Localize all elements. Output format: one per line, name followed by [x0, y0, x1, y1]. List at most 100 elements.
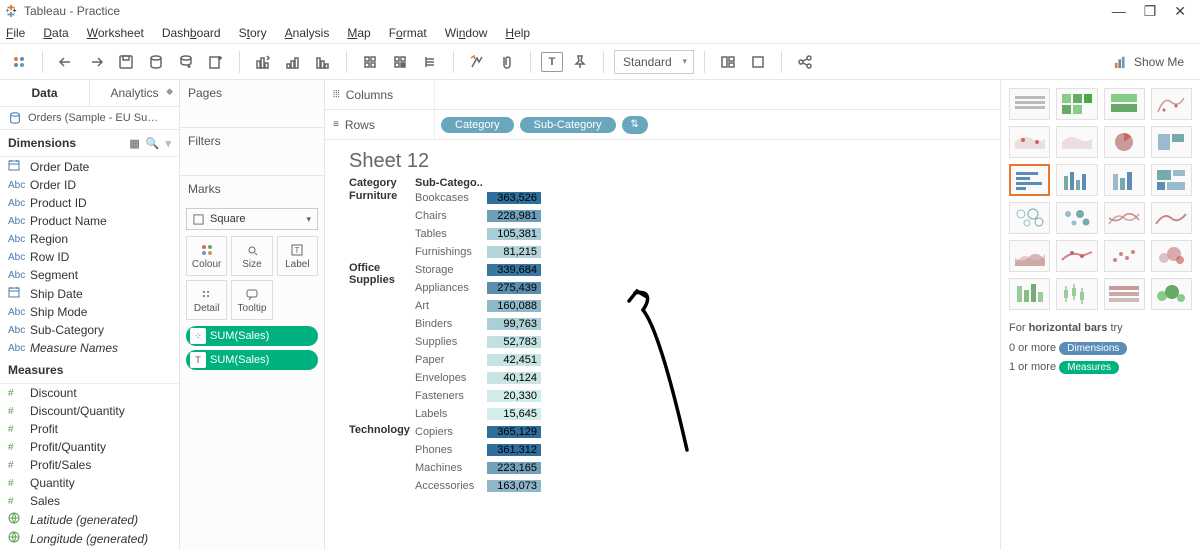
- measure-profit-sales[interactable]: #Profit/Sales: [0, 456, 179, 474]
- showme-toggle[interactable]: Show Me: [1104, 51, 1194, 73]
- showme-thumb-10[interactable]: [1104, 164, 1145, 196]
- filters-card[interactable]: Filters: [180, 128, 324, 176]
- redo-button[interactable]: [83, 49, 109, 75]
- rows-shelf[interactable]: ≡Rows Category Sub-Category ⇅: [325, 110, 1000, 140]
- marktype-dropdown[interactable]: Square: [186, 208, 318, 230]
- measure-discount[interactable]: #Discount: [0, 384, 179, 402]
- clip-button[interactable]: [494, 49, 520, 75]
- group-button[interactable]: [417, 49, 443, 75]
- dimension-product-name[interactable]: AbcProduct Name: [0, 212, 179, 230]
- row-supplies[interactable]: Supplies52,783: [415, 333, 541, 351]
- menu-data[interactable]: Data: [43, 26, 68, 40]
- row-storage[interactable]: Storage339,684: [415, 261, 541, 279]
- showme-thumb-9[interactable]: [1056, 164, 1097, 196]
- textbox-button[interactable]: T: [541, 52, 563, 72]
- menu-worksheet[interactable]: Worksheet: [87, 26, 144, 40]
- color-pill-sum-sales[interactable]: ⁘SUM(Sales): [186, 326, 318, 346]
- dimension-region[interactable]: AbcRegion: [0, 230, 179, 248]
- row-fasteners[interactable]: Fasteners20,330: [415, 387, 541, 405]
- showme-thumb-11[interactable]: [1151, 164, 1192, 196]
- mark-label[interactable]: TLabel: [277, 236, 318, 276]
- totals-button[interactable]: [357, 49, 383, 75]
- showme-thumb-13[interactable]: [1056, 202, 1097, 234]
- new-sheet-button[interactable]: [203, 49, 229, 75]
- sort-desc-button[interactable]: [310, 49, 336, 75]
- showme-thumb-8[interactable]: [1009, 164, 1050, 196]
- row-furnishings[interactable]: Furnishings81,215: [415, 243, 541, 261]
- view-toggle-icon[interactable]: ▦: [129, 137, 139, 150]
- measure-profit[interactable]: #Profit: [0, 420, 179, 438]
- showme-thumb-21[interactable]: [1056, 278, 1097, 310]
- showme-thumb-19[interactable]: [1151, 240, 1192, 272]
- datasource[interactable]: Orders (Sample - EU Su…: [0, 107, 179, 130]
- undo-button[interactable]: [53, 49, 79, 75]
- showme-thumb-1[interactable]: [1056, 88, 1097, 120]
- row-pill-category[interactable]: Category: [441, 117, 514, 133]
- measure-latitude-generated-[interactable]: Latitude (generated): [0, 510, 179, 529]
- showme-thumb-0[interactable]: [1009, 88, 1050, 120]
- tab-analytics[interactable]: Analytics◆: [90, 80, 179, 106]
- measure-quantity[interactable]: #Quantity: [0, 474, 179, 492]
- showme-thumb-12[interactable]: [1009, 202, 1050, 234]
- row-binders[interactable]: Binders99,763: [415, 315, 541, 333]
- showme-thumb-3[interactable]: [1151, 88, 1192, 120]
- row-machines[interactable]: Machines223,165: [415, 459, 541, 477]
- tableau-icon[interactable]: [6, 49, 32, 75]
- cards-button[interactable]: [745, 49, 771, 75]
- showme-thumb-6[interactable]: [1104, 126, 1145, 158]
- showme-thumb-2[interactable]: [1104, 88, 1145, 120]
- dimension-ship-mode[interactable]: AbcShip Mode: [0, 303, 179, 321]
- mark-size[interactable]: Size: [231, 236, 272, 276]
- row-pill-subcategory[interactable]: Sub-Category: [520, 117, 616, 133]
- category-office-supplies[interactable]: OfficeSupplies: [349, 261, 415, 423]
- showme-thumb-14[interactable]: [1104, 202, 1145, 234]
- menu-story[interactable]: Story: [239, 26, 267, 40]
- menu-dashboard[interactable]: Dashboard: [162, 26, 221, 40]
- share-button[interactable]: [792, 49, 818, 75]
- dimension-order-id[interactable]: AbcOrder ID: [0, 176, 179, 194]
- dimension-order-date[interactable]: Order Date: [0, 157, 179, 176]
- row-envelopes[interactable]: Envelopes40,124: [415, 369, 541, 387]
- measure-longitude-generated-[interactable]: Longitude (generated): [0, 529, 179, 548]
- pin-button[interactable]: [567, 49, 593, 75]
- columns-shelf[interactable]: ⦙⦙⦙Columns: [325, 80, 1000, 110]
- row-accessories[interactable]: Accessories163,073: [415, 477, 541, 495]
- menu-map[interactable]: Map: [347, 26, 370, 40]
- mark-detail[interactable]: Detail: [186, 280, 227, 320]
- row-art[interactable]: Art160,088: [415, 297, 541, 315]
- dimension-product-id[interactable]: AbcProduct ID: [0, 194, 179, 212]
- measure-profit-quantity[interactable]: #Profit/Quantity: [0, 438, 179, 456]
- search-icon[interactable]: 🔍: [146, 137, 160, 150]
- showme-thumb-22[interactable]: [1104, 278, 1145, 310]
- showme-thumb-20[interactable]: [1009, 278, 1050, 310]
- dimension-measure-names[interactable]: AbcMeasure Names: [0, 339, 179, 357]
- new-datasource-button[interactable]: [143, 49, 169, 75]
- row-copiers[interactable]: Copiers365,129: [415, 423, 541, 441]
- maximize-button[interactable]: ❐: [1144, 3, 1157, 20]
- row-chairs[interactable]: Chairs228,981: [415, 207, 541, 225]
- category-furniture[interactable]: Furniture: [349, 189, 415, 261]
- showme-thumb-16[interactable]: [1009, 240, 1050, 272]
- row-labels[interactable]: Labels15,645: [415, 405, 541, 423]
- row-tables[interactable]: Tables105,381: [415, 225, 541, 243]
- measure-sales[interactable]: #Sales: [0, 492, 179, 510]
- refresh-button[interactable]: [173, 49, 199, 75]
- showme-thumb-18[interactable]: [1104, 240, 1145, 272]
- menu-analysis[interactable]: Analysis: [285, 26, 330, 40]
- showme-thumb-17[interactable]: [1056, 240, 1097, 272]
- menu-window[interactable]: Window: [445, 26, 488, 40]
- close-button[interactable]: ✕: [1174, 3, 1186, 20]
- swap-button[interactable]: [250, 49, 276, 75]
- mark-colour[interactable]: Colour: [186, 236, 227, 276]
- menu-format[interactable]: Format: [389, 26, 427, 40]
- category-technology[interactable]: Technology: [349, 423, 415, 495]
- menu-help[interactable]: Help: [505, 26, 530, 40]
- mark-tooltip[interactable]: Tooltip: [231, 280, 272, 320]
- dimension-ship-date[interactable]: Ship Date: [0, 284, 179, 303]
- row-phones[interactable]: Phones361,312: [415, 441, 541, 459]
- fit-dropdown[interactable]: Standard: [614, 50, 694, 74]
- showme-thumb-5[interactable]: [1056, 126, 1097, 158]
- sort-indicator[interactable]: ⇅: [622, 116, 648, 134]
- presentation-button[interactable]: [715, 49, 741, 75]
- dimension-sub-category[interactable]: AbcSub-Category: [0, 321, 179, 339]
